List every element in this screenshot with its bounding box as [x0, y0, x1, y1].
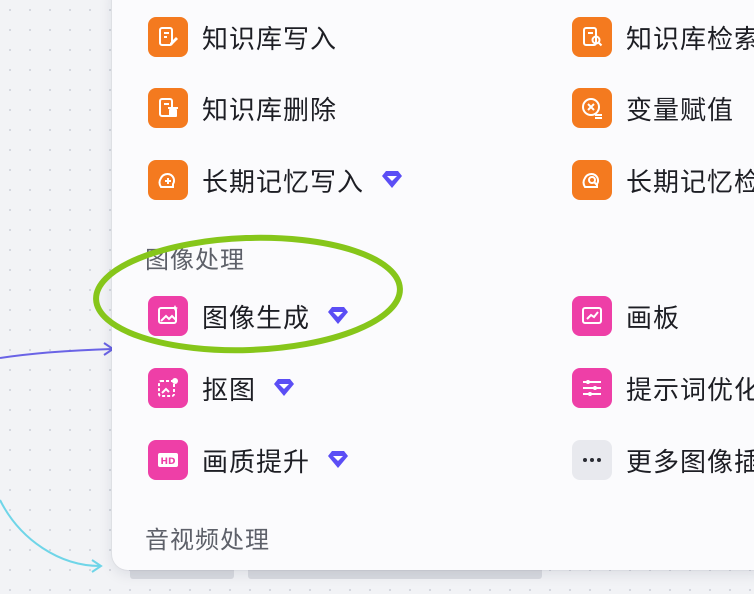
menu-item-label: 知识库检索 [626, 24, 754, 55]
menu-item-label: 更多图像插件 [626, 447, 754, 478]
menu-item-more-image-plugins[interactable]: 更多图像插件 [572, 438, 754, 482]
knowledge-write-icon [148, 17, 188, 57]
menu-item-label: 变量赋值 [626, 95, 735, 126]
prompt-optimize-icon [572, 368, 612, 408]
menu-item-label: 长期记忆检索 [626, 167, 754, 198]
menu-item-knowledge-delete[interactable]: 知识库删除 [148, 86, 337, 130]
svg-text:HD: HD [160, 457, 175, 467]
premium-gem-icon [382, 171, 403, 188]
connector-line-top [0, 348, 113, 359]
section-title-audio-video: 音视频处理 [145, 526, 270, 554]
canvas-board-icon [572, 296, 612, 336]
section-title-image: 图像处理 [145, 246, 245, 274]
menu-item-label: 画板 [626, 303, 681, 334]
premium-gem-icon [328, 451, 349, 468]
menu-item-canvas-board[interactable]: 画板 [572, 294, 680, 338]
premium-gem-icon [274, 379, 295, 396]
menu-item-label: 长期记忆写入 [202, 167, 365, 198]
knowledge-delete-icon [148, 88, 188, 128]
menu-item-image-generate[interactable]: 图像生成 [148, 294, 350, 338]
menu-item-label: 知识库删除 [202, 95, 338, 126]
menu-item-memory-search[interactable]: 长期记忆检索 [572, 158, 754, 202]
cutout-icon [148, 368, 188, 408]
more-dots-icon [572, 440, 612, 480]
menu-item-label: 抠图 [202, 375, 257, 406]
menu-item-hd-upscale[interactable]: HD 画质提升 [148, 438, 350, 482]
menu-item-prompt-optimize[interactable]: 提示词优化 [572, 366, 754, 410]
menu-item-variable-assign[interactable]: 变量赋值 [572, 86, 734, 130]
menu-item-label: 画质提升 [202, 447, 311, 478]
menu-item-label: 提示词优化 [626, 375, 754, 406]
menu-item-cutout[interactable]: 抠图 [148, 366, 296, 410]
menu-item-label: 图像生成 [202, 303, 311, 334]
menu-item-knowledge-search[interactable]: 知识库检索 [572, 15, 754, 59]
knowledge-search-icon [572, 17, 612, 57]
variable-assign-icon [572, 88, 612, 128]
hd-upscale-icon: HD [148, 440, 188, 480]
menu-item-label: 知识库写入 [202, 24, 338, 55]
memory-search-icon [572, 160, 612, 200]
premium-gem-icon [328, 307, 349, 324]
menu-item-knowledge-write[interactable]: 知识库写入 [148, 15, 337, 59]
memory-write-icon [148, 160, 188, 200]
menu-item-memory-write[interactable]: 长期记忆写入 [148, 158, 404, 202]
connector-line-bottom [0, 499, 101, 567]
image-generate-icon [148, 296, 188, 336]
